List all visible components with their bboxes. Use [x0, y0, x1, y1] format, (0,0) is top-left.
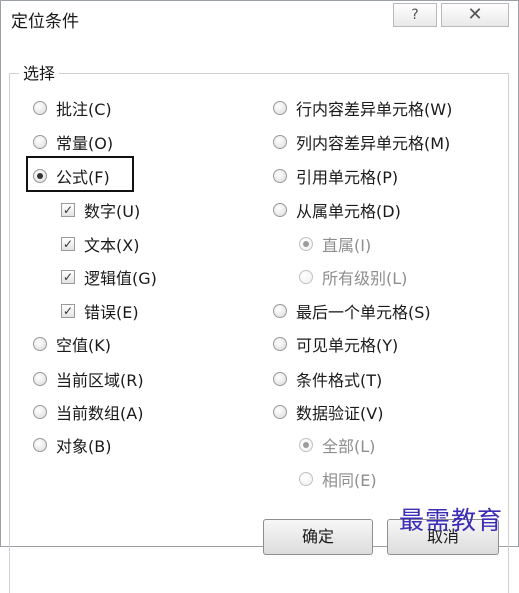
option-constants[interactable]: 常量(O) — [33, 130, 113, 154]
option-comments-label: 批注(C) — [56, 100, 112, 119]
radio-row-differences[interactable] — [273, 101, 287, 115]
option-precedents-label: 引用单元格(P) — [296, 168, 399, 187]
option-validation-same-label: 相同(E) — [322, 471, 377, 490]
checkbox-text-label: 文本(X) — [84, 236, 140, 255]
checkbox-logicals-box[interactable]: ✓ — [61, 270, 75, 284]
radio-data-validation[interactable] — [273, 405, 287, 419]
radio-direct-only[interactable] — [299, 237, 313, 251]
option-dependents-label: 从属单元格(D) — [296, 202, 401, 221]
option-blanks-label: 空值(K) — [56, 336, 111, 355]
ok-button[interactable]: 确定 — [263, 519, 373, 555]
radio-objects[interactable] — [33, 438, 47, 452]
checkbox-numbers-box[interactable]: ✓ — [61, 203, 75, 217]
radio-constants[interactable] — [33, 135, 47, 149]
option-direct-only-label: 直属(I) — [322, 236, 372, 255]
option-dependents[interactable]: 从属单元格(D) — [273, 198, 401, 222]
checkbox-logicals-label: 逻辑值(G) — [84, 269, 157, 288]
option-formulas[interactable]: 公式(F) — [33, 164, 110, 188]
checkbox-errors-label: 错误(E) — [84, 303, 139, 322]
radio-conditional-formats[interactable] — [273, 372, 287, 386]
option-constants-label: 常量(O) — [56, 134, 114, 153]
radio-precedents[interactable] — [273, 169, 287, 183]
option-all-levels[interactable]: 所有级别(L) — [299, 265, 407, 289]
checkbox-text-box[interactable]: ✓ — [61, 237, 75, 251]
radio-current-region[interactable] — [33, 372, 47, 386]
radio-all-levels[interactable] — [299, 270, 313, 284]
option-all-levels-label: 所有级别(L) — [322, 269, 408, 288]
option-precedents[interactable]: 引用单元格(P) — [273, 164, 398, 188]
radio-last-cell[interactable] — [273, 304, 287, 318]
radio-blanks[interactable] — [33, 337, 47, 351]
option-column-differences[interactable]: 列内容差异单元格(M) — [273, 130, 450, 154]
radio-formulas[interactable] — [33, 169, 47, 183]
option-last-cell-label: 最后一个单元格(S) — [296, 303, 431, 322]
checkbox-logicals[interactable]: ✓ 逻辑值(G) — [61, 265, 157, 289]
close-button[interactable]: ✕ — [441, 3, 509, 27]
option-blanks[interactable]: 空值(K) — [33, 332, 111, 356]
radio-current-array[interactable] — [33, 405, 47, 419]
radio-comments[interactable] — [33, 101, 47, 115]
option-data-validation-label: 数据验证(V) — [296, 404, 384, 423]
title-bar: 定位条件 ? ✕ — [1, 1, 518, 37]
help-button[interactable]: ? — [393, 3, 437, 27]
checkbox-errors[interactable]: ✓ 错误(E) — [61, 299, 139, 323]
option-conditional-formats[interactable]: 条件格式(T) — [273, 367, 382, 391]
dialog-title: 定位条件 — [11, 12, 79, 32]
checkbox-text[interactable]: ✓ 文本(X) — [61, 232, 139, 256]
option-data-validation[interactable]: 数据验证(V) — [273, 400, 383, 424]
checkbox-numbers[interactable]: ✓ 数字(U) — [61, 198, 140, 222]
option-current-array[interactable]: 当前数组(A) — [33, 400, 143, 424]
option-conditional-formats-label: 条件格式(T) — [296, 371, 383, 390]
option-direct-only[interactable]: 直属(I) — [299, 232, 371, 256]
selection-group-label: 选择 — [19, 60, 60, 84]
option-objects-label: 对象(B) — [56, 437, 112, 456]
option-visible-cells[interactable]: 可见单元格(Y) — [273, 332, 398, 356]
option-visible-cells-label: 可见单元格(Y) — [296, 336, 399, 355]
option-column-differences-label: 列内容差异单元格(M) — [296, 134, 451, 153]
option-current-array-label: 当前数组(A) — [56, 404, 144, 423]
option-objects[interactable]: 对象(B) — [33, 433, 111, 457]
option-current-region-label: 当前区域(R) — [56, 371, 144, 390]
radio-validation-all[interactable] — [299, 438, 313, 452]
option-validation-same[interactable]: 相同(E) — [299, 467, 377, 491]
checkbox-numbers-label: 数字(U) — [84, 202, 141, 221]
option-row-differences[interactable]: 行内容差异单元格(W) — [273, 96, 452, 120]
checkbox-errors-box[interactable]: ✓ — [61, 304, 75, 318]
radio-column-differences[interactable] — [273, 135, 287, 149]
option-last-cell[interactable]: 最后一个单元格(S) — [273, 299, 431, 323]
radio-dependents[interactable] — [273, 203, 287, 217]
radio-visible-cells[interactable] — [273, 337, 287, 351]
watermark-text: 最需教育 — [399, 506, 504, 535]
option-comments[interactable]: 批注(C) — [33, 96, 112, 120]
goto-special-dialog: 定位条件 ? ✕ 选择 批注(C) 常量(O) 公式(F) ✓ 数字(U) ✓ … — [0, 0, 519, 593]
option-validation-all-label: 全部(L) — [322, 437, 376, 456]
option-current-region[interactable]: 当前区域(R) — [33, 367, 144, 391]
option-validation-all[interactable]: 全部(L) — [299, 433, 375, 457]
option-formulas-label: 公式(F) — [56, 168, 110, 187]
option-row-differences-label: 行内容差异单元格(W) — [296, 100, 453, 119]
radio-validation-same[interactable] — [299, 472, 313, 486]
